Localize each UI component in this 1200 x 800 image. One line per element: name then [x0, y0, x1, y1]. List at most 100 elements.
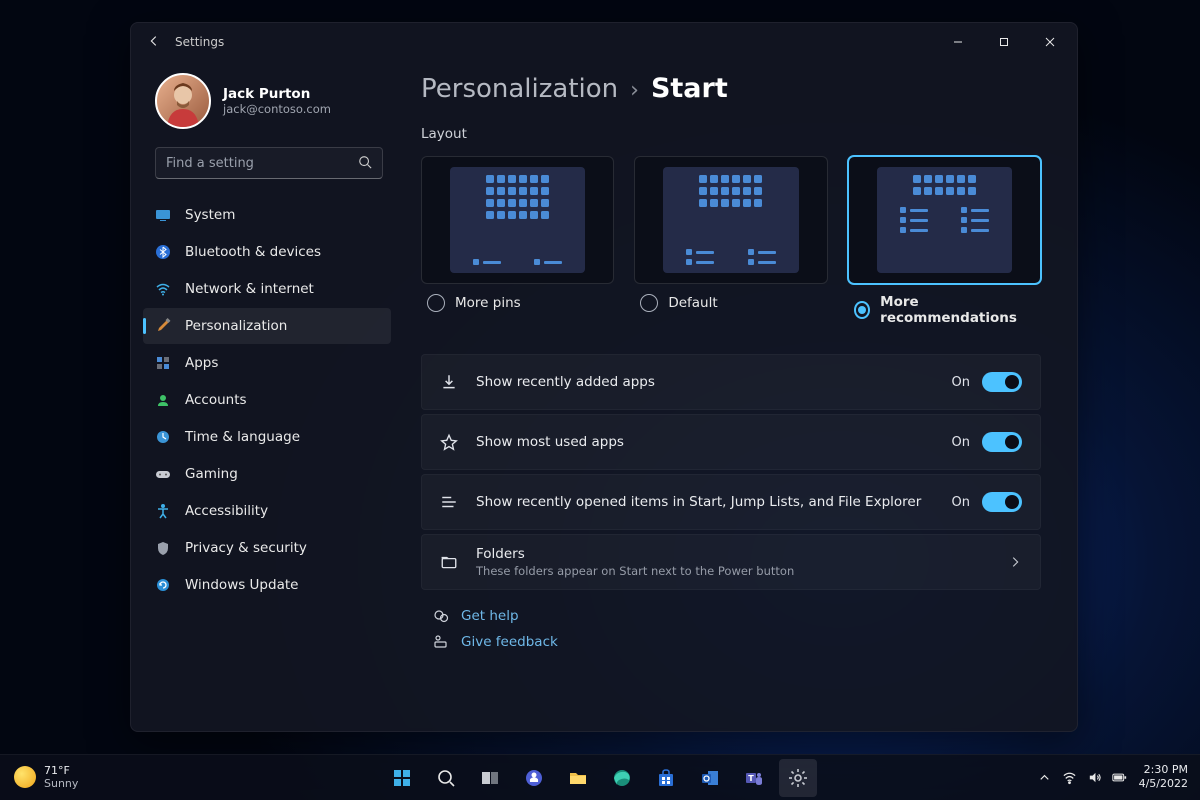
weather-condition: Sunny — [44, 777, 78, 790]
setting-recently-added[interactable]: Show recently added apps On — [421, 354, 1041, 410]
setting-folders[interactable]: Folders These folders appear on Start ne… — [421, 534, 1041, 590]
toggle-switch[interactable] — [982, 492, 1022, 512]
window-titlebar: Settings — [131, 23, 1077, 61]
settings-window: Settings Jack Purton — [130, 22, 1078, 732]
download-icon — [440, 373, 458, 391]
setting-recently-opened[interactable]: Show recently opened items in Start, Jum… — [421, 474, 1041, 530]
nav-item-system[interactable]: System — [143, 197, 391, 233]
system-icon — [155, 207, 171, 223]
give-feedback-link[interactable]: Give feedback — [433, 634, 1041, 650]
nav-item-update[interactable]: Windows Update — [143, 567, 391, 603]
close-button[interactable] — [1027, 23, 1073, 61]
nav-item-label: Apps — [185, 355, 218, 371]
setting-title: Show recently added apps — [476, 374, 934, 390]
search-box[interactable] — [155, 147, 383, 179]
breadcrumb-parent[interactable]: Personalization — [421, 74, 618, 104]
nav-item-label: Gaming — [185, 466, 238, 482]
search-input[interactable] — [166, 156, 350, 171]
nav-item-apps[interactable]: Apps — [143, 345, 391, 381]
personalization-icon — [155, 318, 171, 334]
content-pane: Personalization › Start Layout — [403, 61, 1077, 731]
nav-item-label: Accessibility — [185, 503, 268, 519]
apps-icon — [155, 355, 171, 371]
user-email: jack@contoso.com — [223, 102, 331, 116]
folder-icon — [440, 553, 458, 571]
setting-title: Show most used apps — [476, 434, 934, 450]
user-profile[interactable]: Jack Purton jack@contoso.com — [131, 67, 403, 147]
layout-option-label: More pins — [455, 295, 521, 311]
nav-item-network[interactable]: Network & internet — [143, 271, 391, 307]
sidebar: Jack Purton jack@contoso.com System Blue… — [131, 61, 403, 731]
nav-item-bluetooth[interactable]: Bluetooth & devices — [143, 234, 391, 270]
toggle-switch[interactable] — [982, 372, 1022, 392]
nav-item-privacy[interactable]: Privacy & security — [143, 530, 391, 566]
nav-item-label: Personalization — [185, 318, 287, 334]
shield-icon — [155, 540, 171, 556]
settings-taskbar-button[interactable] — [779, 759, 817, 797]
edge-button[interactable] — [603, 759, 641, 797]
feedback-icon — [433, 634, 449, 650]
nav-item-gaming[interactable]: Gaming — [143, 456, 391, 492]
section-label-layout: Layout — [421, 126, 1041, 142]
chevron-up-icon[interactable] — [1037, 770, 1052, 785]
toggle-switch[interactable] — [982, 432, 1022, 452]
toggle-state-label: On — [952, 375, 970, 390]
nav-item-accessibility[interactable]: Accessibility — [143, 493, 391, 529]
layout-option-label: Default — [668, 295, 717, 311]
update-icon — [155, 577, 171, 593]
start-button[interactable] — [383, 759, 421, 797]
search-button[interactable] — [427, 759, 465, 797]
accounts-icon — [155, 392, 171, 408]
volume-icon[interactable] — [1087, 770, 1102, 785]
page-title: Start — [651, 73, 728, 104]
search-icon — [358, 154, 372, 173]
chevron-right-icon — [1008, 555, 1022, 569]
weather-temp: 71°F — [44, 764, 78, 777]
radio-icon — [854, 301, 871, 319]
layout-option-more-recommendations[interactable]: More recommendations — [848, 156, 1041, 326]
back-button[interactable] — [147, 34, 161, 51]
setting-most-used[interactable]: Show most used apps On — [421, 414, 1041, 470]
chat-button[interactable] — [515, 759, 553, 797]
nav-item-label: Accounts — [185, 392, 247, 408]
layout-option-default[interactable]: Default — [634, 156, 827, 326]
outlook-button[interactable] — [691, 759, 729, 797]
wifi-icon — [155, 281, 171, 297]
clock[interactable]: 2:30 PM 4/5/2022 — [1139, 763, 1188, 791]
star-icon — [440, 433, 458, 451]
teams-button[interactable]: T — [735, 759, 773, 797]
nav-item-label: Privacy & security — [185, 540, 307, 556]
list-icon — [440, 493, 458, 511]
window-controls — [935, 23, 1073, 61]
nav-item-accounts[interactable]: Accounts — [143, 382, 391, 418]
system-tray[interactable] — [1037, 770, 1127, 785]
weather-icon — [14, 766, 36, 788]
file-explorer-button[interactable] — [559, 759, 597, 797]
nav-item-label: Windows Update — [185, 577, 298, 593]
taskbar-right: 2:30 PM 4/5/2022 — [1037, 754, 1188, 800]
nav-item-label: Time & language — [185, 429, 300, 445]
weather-widget[interactable]: 71°F Sunny — [14, 754, 78, 800]
nav-item-time[interactable]: Time & language — [143, 419, 391, 455]
help-links: Get help Give feedback — [421, 608, 1041, 650]
minimize-button[interactable] — [935, 23, 981, 61]
radio-icon — [427, 294, 445, 312]
toggle-state-label: On — [952, 495, 970, 510]
setting-title: Show recently opened items in Start, Jum… — [476, 494, 934, 510]
layout-option-more-pins[interactable]: More pins — [421, 156, 614, 326]
clock-date: 4/5/2022 — [1139, 777, 1188, 791]
avatar — [155, 73, 211, 129]
battery-icon[interactable] — [1112, 770, 1127, 785]
maximize-button[interactable] — [981, 23, 1027, 61]
link-label: Get help — [461, 608, 519, 624]
task-view-button[interactable] — [471, 759, 509, 797]
wifi-tray-icon[interactable] — [1062, 770, 1077, 785]
bluetooth-icon — [155, 244, 171, 260]
layout-option-label: More recommendations — [880, 294, 1041, 326]
store-button[interactable] — [647, 759, 685, 797]
layout-thumb-more-pins — [421, 156, 614, 284]
layout-thumb-more-recs — [848, 156, 1041, 284]
get-help-link[interactable]: Get help — [433, 608, 1041, 624]
clock-icon — [155, 429, 171, 445]
nav-item-personalization[interactable]: Personalization — [143, 308, 391, 344]
